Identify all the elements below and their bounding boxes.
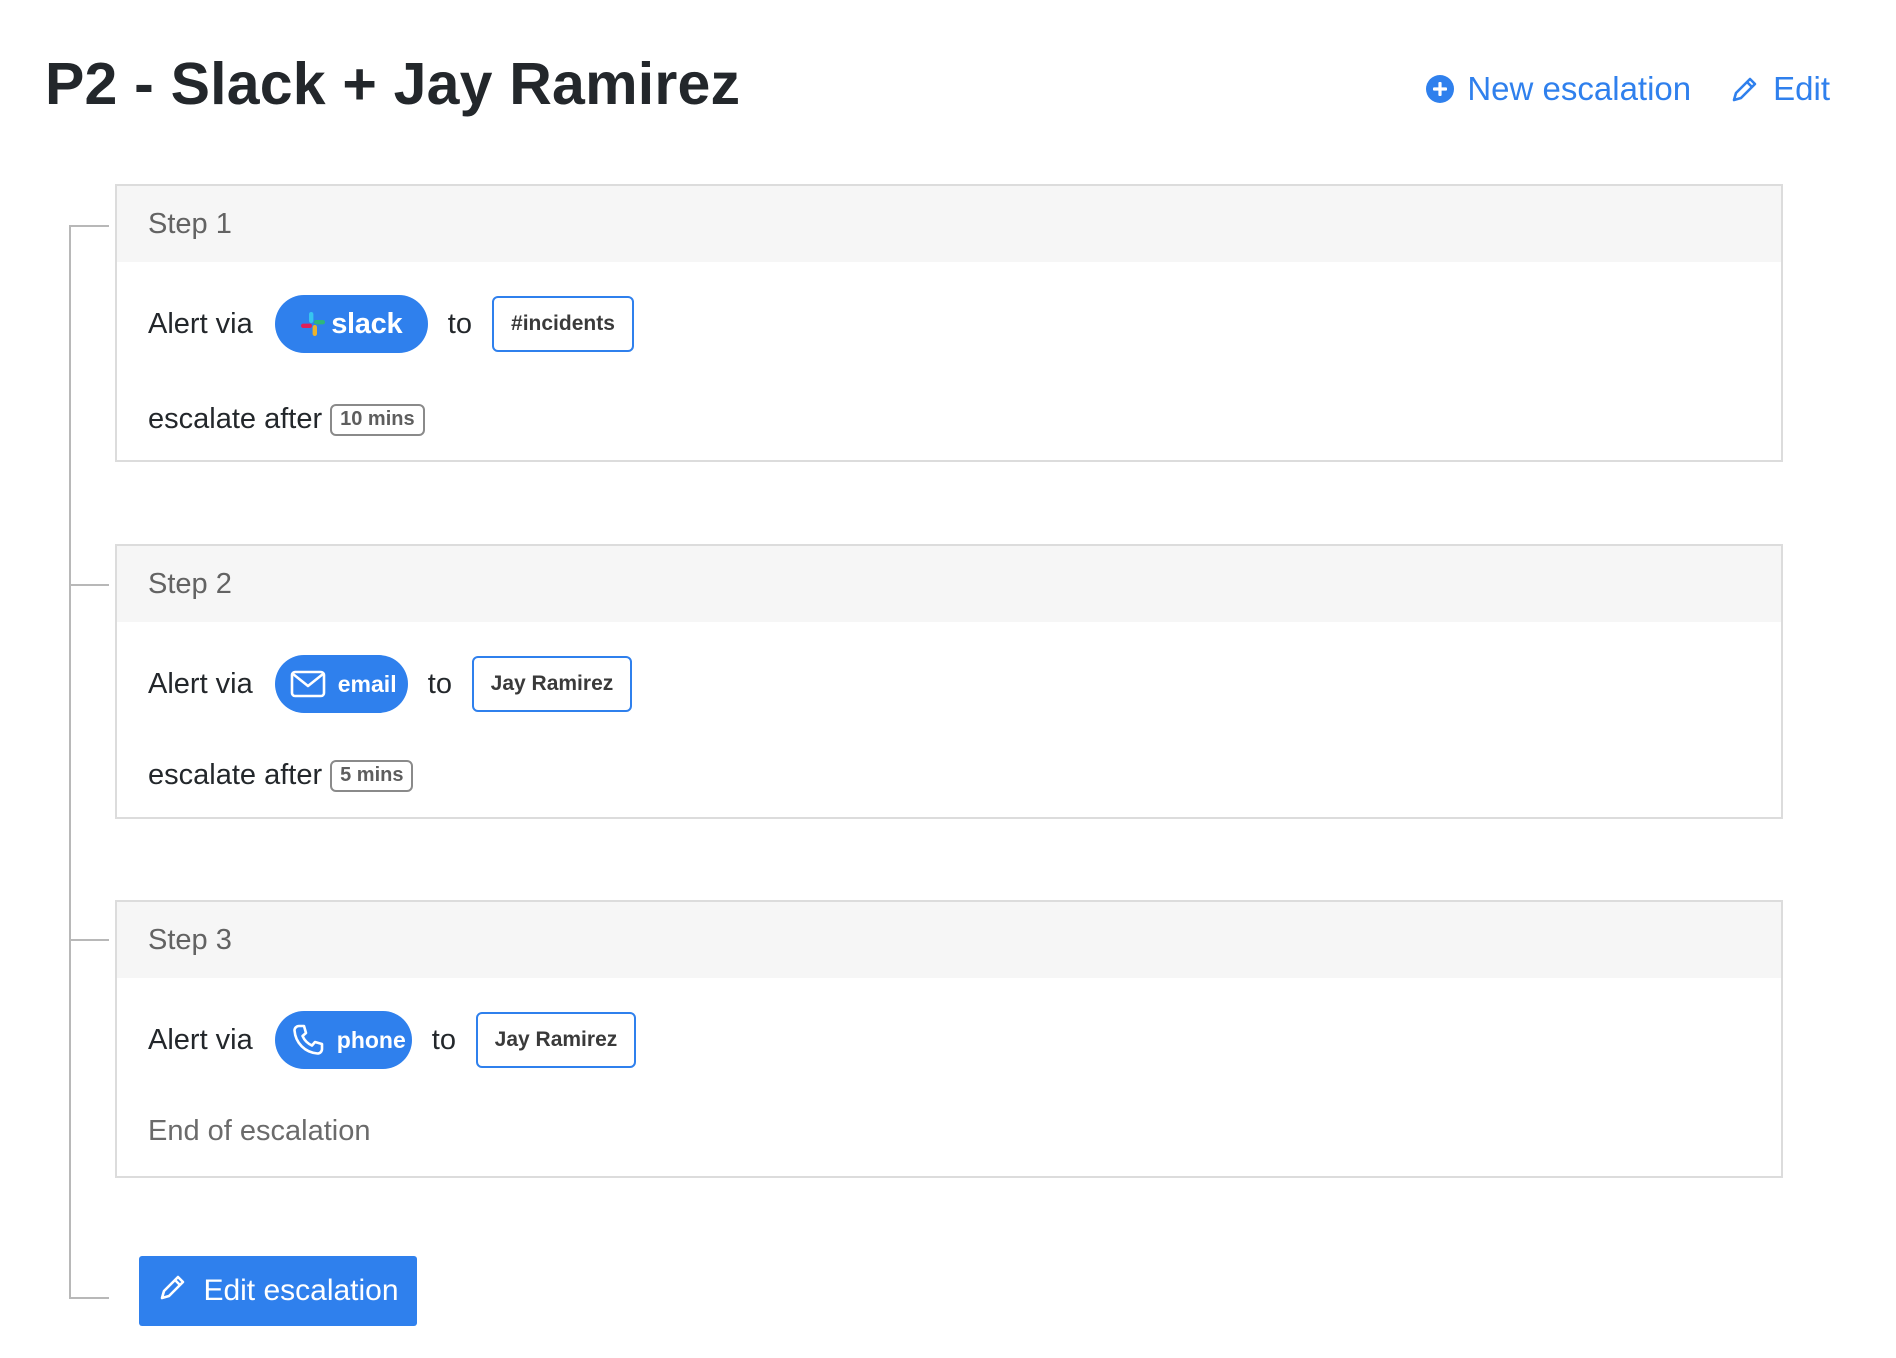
to-label: to [427,667,452,700]
connector-step-3 [69,939,109,941]
alert-row: Alert via phone to Jay Ramirez [148,1011,636,1069]
channel-label: phone [336,1026,406,1053]
step-title: Step 1 [148,207,232,240]
connector-step-2 [69,584,109,586]
mail-icon [290,670,326,698]
header-actions: New escalation Edit [1425,70,1830,108]
pencil-icon [157,1271,189,1311]
edit-link[interactable]: Edit [1729,70,1830,108]
step-header: Step 1 [117,186,1781,262]
step-title: Step 2 [148,567,232,600]
channel-label: slack [331,307,403,340]
end-of-escalation: End of escalation [148,1115,371,1147]
alert-via-label: Alert via [148,667,253,700]
alert-row: Alert via email to Jay Ramirez [148,655,632,713]
slack-channel-pill[interactable]: slack [274,295,428,353]
channel-label: email [337,670,397,697]
alert-via-label: Alert via [148,1023,253,1056]
step-header: Step 2 [117,546,1781,622]
phone-icon [291,1023,325,1057]
alert-row: Alert via slack to #incidents [148,295,634,353]
connector-step-1 [69,225,109,227]
email-channel-pill[interactable]: email [274,655,408,713]
connector-end [69,1297,109,1299]
step-card-1: Step 1 Alert via slack to #incidents esc… [115,184,1783,462]
step-card-2: Step 2 Alert via email to Jay Ramirez es… [115,544,1783,819]
escalate-after-label: escalate after [148,403,323,435]
edit-label: Edit [1773,70,1830,107]
step-title: Step 3 [148,923,232,956]
plus-circle-icon [1425,74,1455,104]
slack-logo-icon [300,311,326,337]
escalate-after-badge: 5 mins [330,759,414,792]
alert-via-label: Alert via [148,307,253,340]
new-escalation-label: New escalation [1467,70,1692,107]
escalate-after-label: escalate after [148,759,323,791]
step-card-3: Step 3 Alert via phone to Jay Ramirez En… [115,900,1783,1178]
to-label: to [447,307,472,340]
new-escalation-link[interactable]: New escalation [1425,70,1691,108]
page-title: P2 - Slack + Jay Ramirez [45,51,741,117]
connector-vertical [69,225,71,1299]
escalate-row: escalate after 5 mins [148,759,414,792]
edit-escalation-label: Edit escalation [203,1274,399,1307]
target-person[interactable]: Jay Ramirez [475,1012,636,1068]
target-channel[interactable]: #incidents [491,296,634,352]
escalate-after-badge: 10 mins [330,403,425,436]
pencil-icon [1729,73,1761,105]
escalate-row: escalate after 10 mins [148,403,425,436]
phone-channel-pill[interactable]: phone [274,1011,412,1069]
step-header: Step 3 [117,902,1781,978]
edit-escalation-button[interactable]: Edit escalation [139,1256,417,1326]
target-person[interactable]: Jay Ramirez [471,656,632,712]
to-label: to [431,1023,456,1056]
